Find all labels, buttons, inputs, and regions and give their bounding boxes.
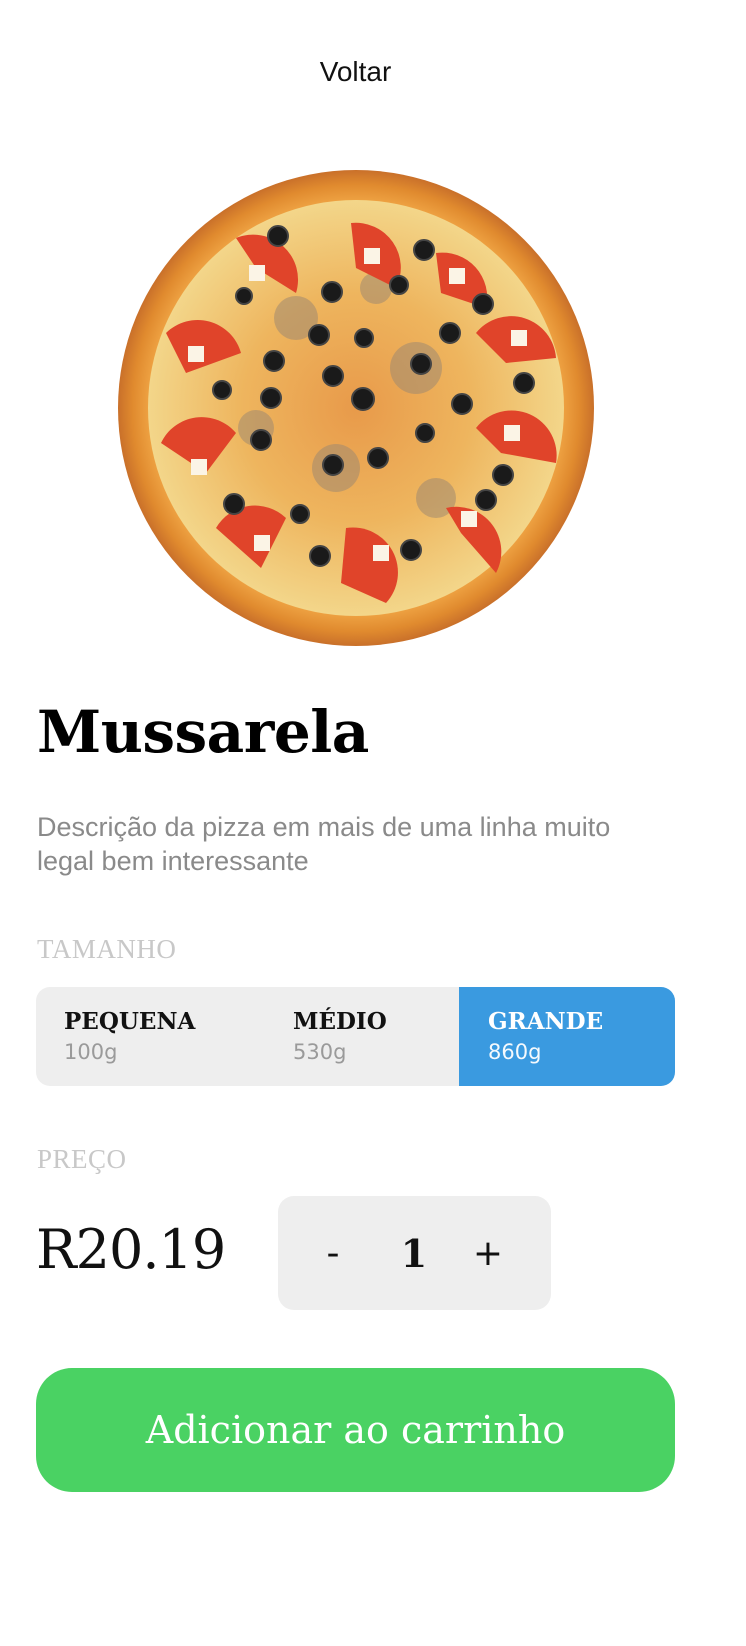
product-title: Mussarela xyxy=(37,698,369,766)
size-option-medio[interactable]: MÉDIO 530g xyxy=(266,987,459,1086)
size-selector: PEQUENA 100g MÉDIO 530g GRANDE 860g xyxy=(36,987,675,1086)
quantity-stepper: - 1 + xyxy=(278,1196,551,1310)
size-option-name: PEQUENA xyxy=(64,1008,196,1035)
add-to-cart-button[interactable]: Adicionar ao carrinho xyxy=(36,1368,675,1492)
size-option-grande[interactable]: GRANDE 860g xyxy=(459,987,675,1086)
size-option-name: GRANDE xyxy=(488,1008,604,1035)
size-option-weight: 100g xyxy=(64,1040,118,1064)
size-section-label: TAMANHO xyxy=(37,934,177,964)
back-link[interactable]: Voltar xyxy=(0,56,711,88)
price-value: R20.19 xyxy=(36,1218,226,1281)
pizza-image xyxy=(118,170,594,646)
size-option-name: MÉDIO xyxy=(293,1008,387,1035)
product-description: Descrição da pizza em mais de uma linha … xyxy=(37,812,611,876)
quantity-value: 1 xyxy=(400,1230,428,1276)
price-section-label: PREÇO xyxy=(37,1144,127,1174)
size-option-weight: 530g xyxy=(293,1040,347,1064)
size-option-pequena[interactable]: PEQUENA 100g xyxy=(36,987,266,1086)
size-option-weight: 860g xyxy=(488,1040,542,1064)
increase-quantity-button[interactable]: + xyxy=(453,1196,523,1310)
decrease-quantity-button[interactable]: - xyxy=(298,1196,368,1310)
